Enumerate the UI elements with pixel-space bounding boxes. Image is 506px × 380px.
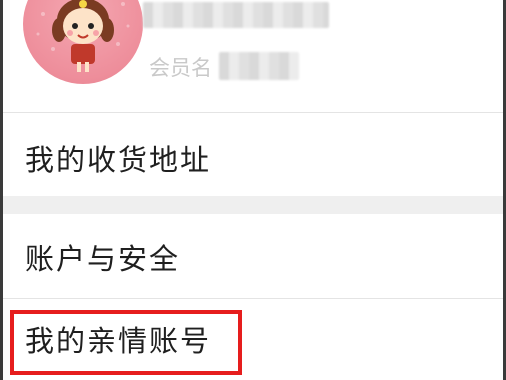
profile-header[interactable]: 会员名 xyxy=(3,0,503,112)
username-blurred xyxy=(143,2,329,28)
member-name-label: 会员名 xyxy=(149,56,212,80)
cartoon-girl-avatar-icon xyxy=(36,0,130,72)
menu-item-label: 账户与安全 xyxy=(25,242,181,276)
menu-item-label: 我的收货地址 xyxy=(25,143,212,177)
section-gap xyxy=(3,196,503,214)
highlight-box xyxy=(10,310,242,375)
member-name-blurred xyxy=(219,52,299,80)
menu-item-account-security[interactable]: 账户与安全 xyxy=(3,214,503,298)
menu-item-address[interactable]: 我的收货地址 xyxy=(3,113,503,196)
avatar[interactable] xyxy=(23,0,143,84)
